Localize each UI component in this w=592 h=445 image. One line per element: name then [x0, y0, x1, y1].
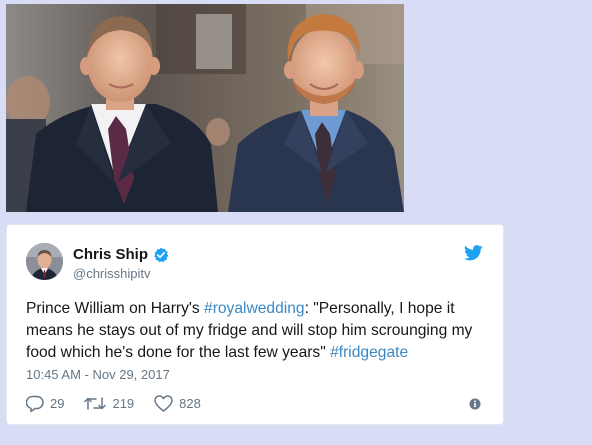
user-name[interactable]: Chris Ship — [73, 246, 169, 263]
tweet-actions: 29 219 828 — [26, 393, 221, 413]
reply-button[interactable]: 29 — [26, 395, 64, 412]
retweet-icon — [84, 396, 107, 410]
like-button[interactable]: 828 — [154, 394, 201, 412]
hashtag-link-royalwedding[interactable]: #royalwedding — [204, 300, 305, 317]
heart-icon — [154, 394, 173, 412]
hashtag-link-fridgegate[interactable]: #fridgegate — [330, 344, 408, 361]
verified-badge-icon — [153, 247, 169, 263]
like-count: 828 — [179, 395, 201, 411]
tweet-text: Prince William on Harry's #royalwedding:… — [26, 298, 491, 364]
reply-count: 29 — [50, 395, 65, 411]
tweet-text-segment: Prince William on Harry's — [26, 300, 205, 317]
user-name-text[interactable]: Chris Ship — [73, 246, 148, 263]
tweet-timestamp[interactable]: 10:45 AM - Nov 29, 2017 — [26, 367, 170, 382]
retweet-button[interactable]: 219 — [84, 396, 134, 411]
tweet-card[interactable]: Chris Ship @chrisshipitv Prince William … — [6, 224, 504, 425]
tweet-photo — [6, 4, 404, 212]
info-icon[interactable] — [469, 398, 481, 410]
twitter-bird-icon[interactable] — [464, 245, 483, 261]
reply-icon — [26, 395, 44, 412]
avatar[interactable] — [26, 243, 63, 280]
retweet-count: 219 — [112, 395, 135, 411]
user-handle[interactable]: @chrisshipitv — [73, 266, 151, 281]
